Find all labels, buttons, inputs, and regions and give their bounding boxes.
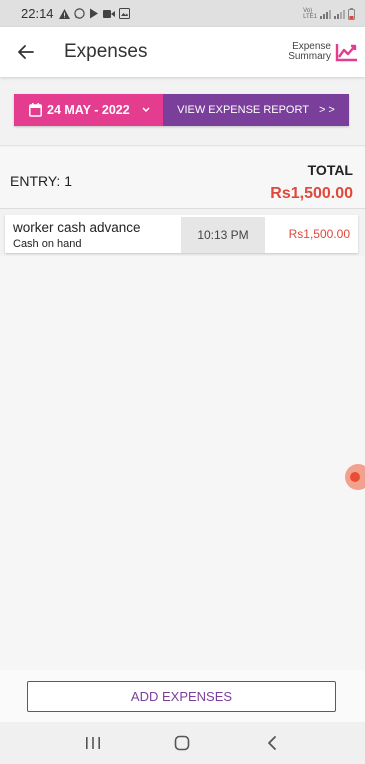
date-label: 24 MAY - 2022	[47, 103, 130, 117]
report-label: VIEW EXPENSE REPORT	[177, 104, 309, 116]
expense-summary-button[interactable]: Expense Summary	[288, 42, 359, 62]
total-label: TOTAL	[307, 162, 353, 178]
floating-bubble-button[interactable]	[345, 464, 365, 490]
gallery-icon	[118, 8, 130, 19]
expense-payment-method: Cash on hand	[13, 238, 82, 250]
expense-info: worker cash advance Cash on hand	[5, 215, 181, 253]
signal-icon	[320, 9, 331, 19]
view-expense-report-button[interactable]: VIEW EXPENSE REPORT > >	[163, 94, 349, 126]
play-store-icon	[89, 8, 98, 19]
recent-apps-button[interactable]	[73, 723, 113, 763]
carrier-label: Vo) LTE1	[303, 8, 317, 20]
status-time: 22:14	[21, 6, 54, 21]
status-notification-icons	[58, 8, 130, 19]
nav-back-icon	[268, 736, 277, 750]
status-system-icons: Vo) LTE1	[303, 7, 355, 20]
divider	[0, 145, 365, 146]
calendar-icon	[29, 103, 42, 117]
date-picker-button[interactable]: 24 MAY - 2022	[14, 94, 163, 126]
back-arrow-icon	[18, 45, 34, 59]
home-icon	[175, 735, 190, 751]
report-arrows: > >	[318, 104, 335, 116]
expense-summary-label: Expense Summary	[288, 42, 331, 62]
action-row: 24 MAY - 2022 VIEW EXPENSE REPORT > >	[14, 94, 349, 126]
status-bar: 22:14 Vo) LTE1	[0, 0, 365, 27]
page-title: Expenses	[64, 41, 148, 62]
expense-amount: Rs1,500.00	[288, 227, 350, 241]
warning-icon	[58, 8, 70, 19]
chevron-down-icon	[142, 107, 150, 113]
system-navigation-bar	[0, 722, 365, 764]
add-expenses-button[interactable]: ADD EXPENSES	[27, 681, 336, 712]
bottom-action-area: ADD EXPENSES	[0, 670, 365, 722]
total-value: Rs1,500.00	[270, 185, 353, 202]
battery-icon	[348, 7, 355, 20]
home-button[interactable]	[162, 723, 202, 763]
carrier-line-2: LTE1	[303, 13, 317, 20]
back-button[interactable]	[0, 27, 52, 77]
recent-apps-icon	[85, 737, 100, 749]
entry-count: ENTRY: 1	[10, 173, 72, 189]
system-back-button[interactable]	[252, 723, 292, 763]
entries-summary: ENTRY: 1 TOTAL Rs1,500.00	[0, 147, 365, 209]
expense-list-empty-area	[0, 256, 365, 670]
expense-list-item[interactable]: worker cash advance Cash on hand 10:13 P…	[5, 215, 358, 253]
app-bar: Expenses Expense Summary	[0, 27, 365, 77]
floating-bubble-dot	[350, 472, 360, 482]
video-icon	[102, 9, 115, 18]
signal-2-icon	[334, 9, 345, 19]
whatsapp-icon	[73, 8, 85, 19]
summary-line-2: Summary	[288, 51, 331, 62]
chart-trend-icon	[335, 44, 357, 62]
expense-time: 10:13 PM	[181, 217, 265, 253]
expense-name: worker cash advance	[13, 220, 141, 235]
